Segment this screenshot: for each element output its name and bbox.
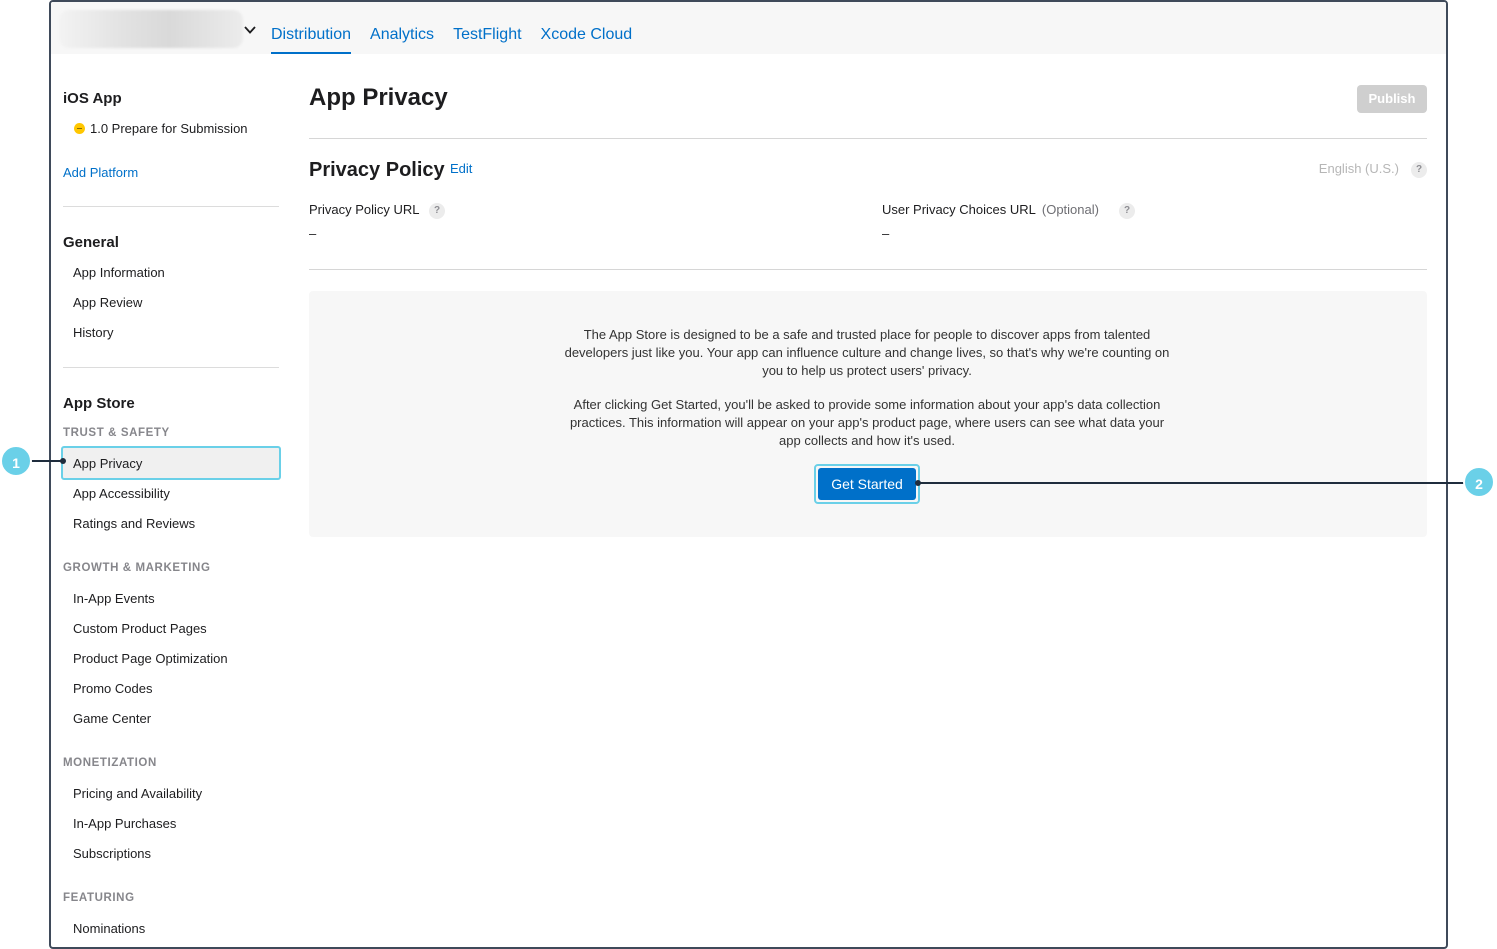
get-started-focus-ring: Get Started — [814, 464, 920, 504]
sidebar-item-nominations[interactable]: Nominations — [73, 921, 145, 936]
sidebar-item-in-app-events[interactable]: In-App Events — [73, 591, 155, 606]
version-status[interactable]: 1.0 Prepare for Submission — [74, 121, 248, 136]
app-store-connect-window: Distribution Analytics TestFlight Xcode … — [49, 0, 1448, 949]
sidebar-item-in-app-purchases[interactable]: In-App Purchases — [73, 816, 176, 831]
publish-button[interactable]: Publish — [1357, 85, 1427, 113]
sidebar-item-subscriptions[interactable]: Subscriptions — [73, 846, 151, 861]
user-privacy-choices-url-label: User Privacy Choices URL (Optional) — [882, 202, 1099, 217]
user-privacy-choices-url-value: – — [882, 226, 890, 241]
callout-badge-2: 2 — [1463, 466, 1495, 498]
sidebar-divider — [63, 367, 279, 368]
callout-line-2 — [918, 482, 1470, 484]
app-store-heading: App Store — [63, 395, 135, 412]
callout-line-1 — [28, 460, 64, 462]
version-status-label: 1.0 Prepare for Submission — [90, 121, 248, 136]
tab-distribution[interactable]: Distribution — [271, 2, 352, 54]
sidebar-item-custom-product-pages[interactable]: Custom Product Pages — [73, 621, 207, 636]
edit-privacy-policy-link[interactable]: Edit — [450, 161, 472, 176]
sidebar-item-app-review[interactable]: App Review — [73, 295, 142, 310]
add-platform-link[interactable]: Add Platform — [63, 165, 138, 180]
tab-testflight[interactable]: TestFlight — [453, 2, 521, 54]
get-started-panel: The App Store is designed to be a safe a… — [309, 291, 1427, 537]
sidebar-item-pricing-availability[interactable]: Pricing and Availability — [73, 786, 202, 801]
help-icon[interactable]: ? — [1119, 203, 1135, 219]
info-paragraph-1: The App Store is designed to be a safe a… — [564, 327, 1170, 378]
privacy-policy-url-value: – — [309, 226, 317, 241]
top-navigation-bar: Distribution Analytics TestFlight Xcode … — [51, 2, 1446, 54]
privacy-policy-url-label: Privacy Policy URL — [309, 202, 420, 217]
group-trust-safety: TRUST & SAFETY — [63, 427, 170, 439]
callout-dot-1 — [60, 458, 66, 464]
sidebar-item-history[interactable]: History — [73, 325, 113, 340]
group-featuring: FEATURING — [63, 892, 135, 904]
language-selector[interactable]: English (U.S.) — [1319, 161, 1399, 176]
help-icon[interactable]: ? — [1411, 162, 1427, 178]
group-growth-marketing: GROWTH & MARKETING — [63, 562, 211, 574]
get-started-button[interactable]: Get Started — [818, 468, 916, 500]
title-divider — [309, 138, 1427, 139]
sidebar-item-app-information[interactable]: App Information — [73, 265, 165, 280]
app-switcher-blurred[interactable] — [59, 10, 243, 48]
help-icon[interactable]: ? — [429, 203, 445, 219]
chevron-down-icon[interactable] — [244, 24, 256, 36]
privacy-policy-url-label-text: Privacy Policy URL — [309, 202, 420, 217]
sidebar-item-promo-codes[interactable]: Promo Codes — [73, 681, 152, 696]
callout-badge-1: 1 — [0, 445, 32, 477]
page-title: App Privacy — [309, 84, 448, 111]
tab-xcode-cloud[interactable]: Xcode Cloud — [541, 2, 633, 54]
privacy-policy-title: Privacy Policy — [309, 159, 445, 181]
info-paragraph-2: After clicking Get Started, you'll be as… — [569, 397, 1165, 448]
tab-analytics[interactable]: Analytics — [370, 2, 434, 54]
sidebar-item-ratings-reviews[interactable]: Ratings and Reviews — [73, 516, 195, 531]
optional-tag: (Optional) — [1041, 202, 1099, 217]
status-dot-icon — [74, 123, 85, 134]
sidebar-item-product-page-optimization[interactable]: Product Page Optimization — [73, 651, 228, 666]
sidebar-item-app-accessibility[interactable]: App Accessibility — [73, 486, 170, 501]
user-privacy-choices-url-label-text: User Privacy Choices URL — [882, 202, 1036, 217]
platform-title: iOS App — [63, 90, 122, 107]
callout-dot-2 — [915, 480, 921, 486]
sidebar-divider — [63, 206, 279, 207]
sidebar-item-game-center[interactable]: Game Center — [73, 711, 151, 726]
general-heading: General — [63, 234, 119, 251]
sidebar-item-app-privacy[interactable]: App Privacy — [61, 446, 281, 480]
group-monetization: MONETIZATION — [63, 757, 157, 769]
section-divider — [309, 269, 1427, 270]
nav-tabs: Distribution Analytics TestFlight Xcode … — [271, 2, 632, 54]
